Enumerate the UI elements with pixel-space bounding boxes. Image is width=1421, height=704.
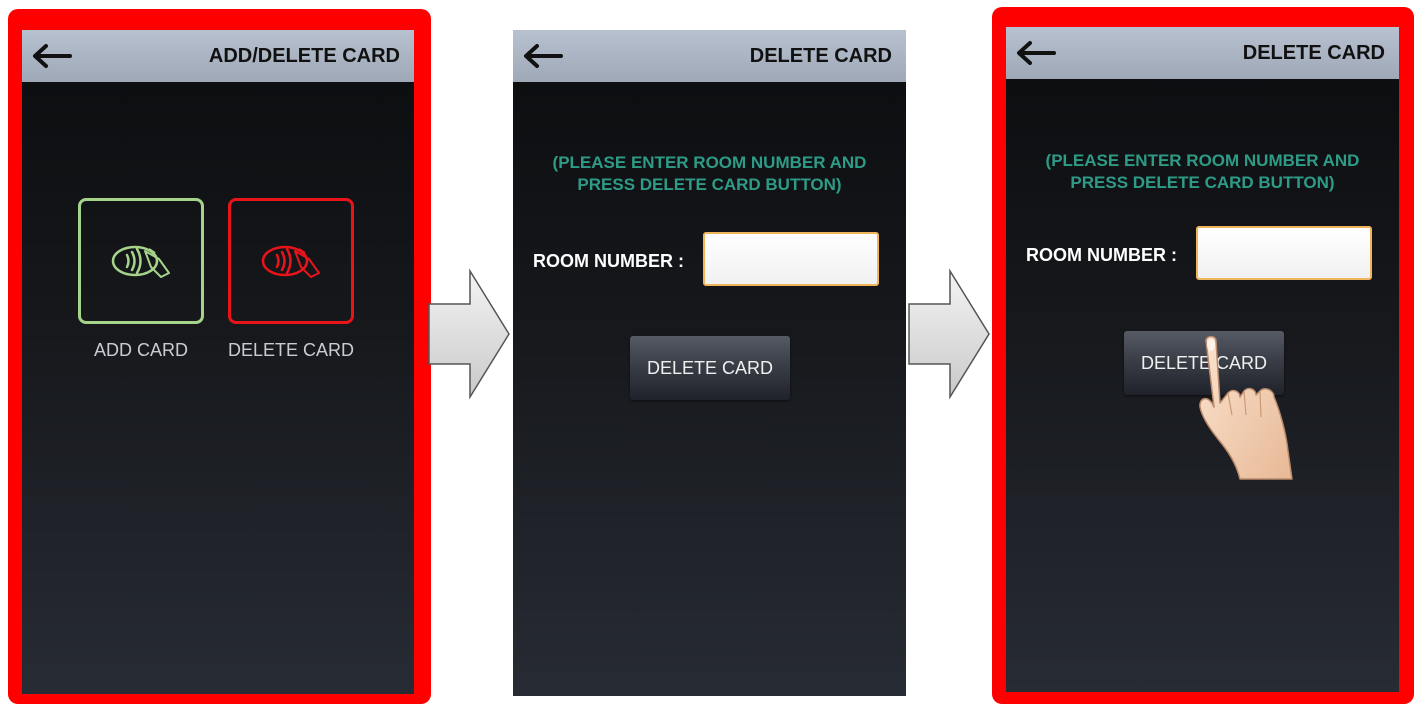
instruction-text: (PLEASE ENTER ROOM NUMBER AND PRESS DELE… [1006, 150, 1399, 194]
add-card-button[interactable] [78, 198, 204, 324]
title-bar: ADD/DELETE CARD [22, 30, 414, 82]
back-arrow-icon[interactable] [1014, 39, 1056, 67]
screen-add-delete-card: ADD/DELETE CARD ADD CARD DELETE CARD [22, 30, 414, 694]
title-bar: DELETE CARD [1006, 27, 1399, 79]
instruction-line-1: (PLEASE ENTER ROOM NUMBER AND [552, 153, 867, 172]
contactless-card-icon [111, 245, 170, 278]
back-arrow-icon[interactable] [30, 42, 72, 70]
delete-card-label: DELETE CARD [227, 340, 355, 360]
page-title: DELETE CARD [749, 45, 892, 67]
instruction-line-1: (PLEASE ENTER ROOM NUMBER AND [1045, 151, 1360, 170]
delete-card-button[interactable]: DELETE CARD [630, 336, 790, 400]
add-card-label: ADD CARD [93, 340, 188, 360]
tapping-hand-icon [1199, 335, 1293, 480]
screen-delete-card-tap: DELETE CARD (PLEASE ENTER ROOM NUMBER AN… [1006, 27, 1399, 692]
instruction-line-2: PRESS DELETE CARD BUTTON) [1070, 173, 1335, 192]
right-arrow-icon [908, 268, 990, 400]
title-bar: DELETE CARD [513, 30, 906, 82]
room-number-label: ROOM NUMBER : [1026, 245, 1177, 265]
instruction-line-2: PRESS DELETE CARD BUTTON) [577, 175, 842, 194]
right-arrow-icon [428, 268, 510, 400]
contactless-card-icon [261, 245, 320, 278]
room-number-label: ROOM NUMBER : [533, 251, 684, 271]
back-arrow-icon[interactable] [521, 42, 563, 70]
page-title: ADD/DELETE CARD [208, 45, 400, 67]
room-number-input[interactable] [1196, 226, 1372, 280]
delete-card-button[interactable] [228, 198, 354, 324]
screen-delete-card: DELETE CARD (PLEASE ENTER ROOM NUMBER AN… [513, 30, 906, 696]
room-number-input[interactable] [703, 232, 879, 286]
instruction-text: (PLEASE ENTER ROOM NUMBER AND PRESS DELE… [513, 152, 906, 196]
page-title: DELETE CARD [1242, 42, 1385, 64]
